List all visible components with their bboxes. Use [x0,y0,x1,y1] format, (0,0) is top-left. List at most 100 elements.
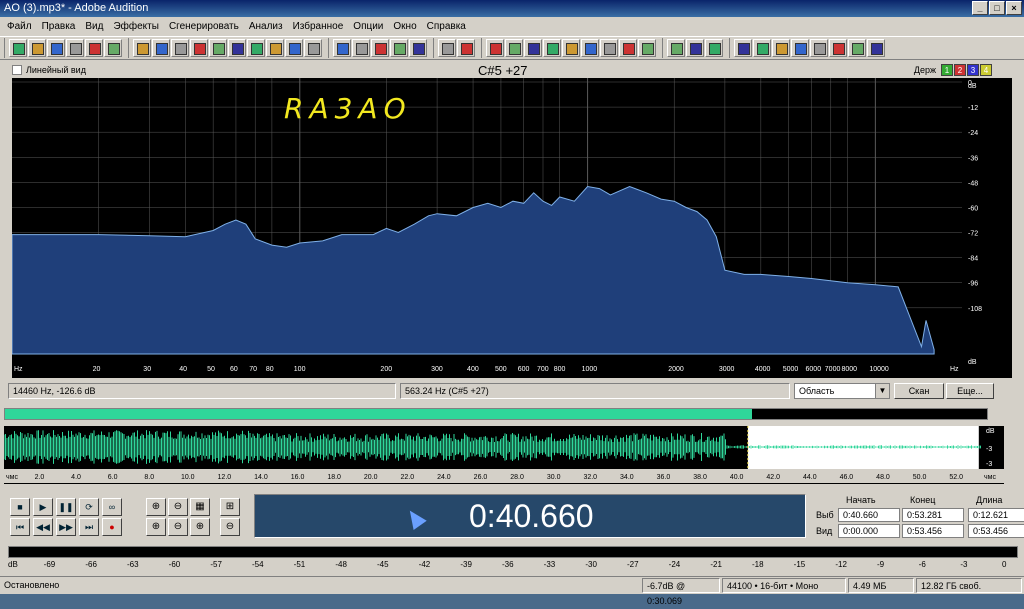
rewind-button[interactable]: ◀◀ [33,518,53,536]
toolbar-tool-icon[interactable] [9,39,27,57]
menu-item-3[interactable]: Эффекты [108,21,163,32]
zoom-in-v-button[interactable]: ⊞ [220,498,240,516]
loop-button[interactable]: ∞ [102,498,122,516]
toolbar-tool-icon[interactable] [333,39,351,57]
toolbar-tool-icon[interactable] [524,39,542,57]
toolbar-tool-icon[interactable] [810,39,828,57]
hold-button-3[interactable]: 3 [967,64,979,76]
selection-value-field[interactable]: 0:40.660 [838,508,900,522]
selection-value-field[interactable]: 0:53.281 [902,508,964,522]
toolbar-tool-icon[interactable] [190,39,208,57]
linear-view-checkbox[interactable] [12,65,22,75]
toolbar-tool-icon[interactable] [152,39,170,57]
zoom-left-button[interactable]: ⊕ [146,518,166,536]
menu-item-4[interactable]: Сгенерировать [164,21,244,32]
record-button[interactable]: ● [102,518,122,536]
waveform-display[interactable]: dB -3 -3 [3,426,1004,469]
zoom-in-h-button[interactable]: ⊕ [146,498,166,516]
toolbar-tool-icon[interactable] [772,39,790,57]
pause-button[interactable]: ❚❚ [56,498,76,516]
hold-button-4[interactable]: 4 [980,64,992,76]
selection-value-field[interactable]: 0:53.456 [968,524,1024,538]
toolbar-tool-icon[interactable] [409,39,427,57]
more-button[interactable]: Еще... [946,383,994,399]
minimize-button[interactable]: _ [972,1,988,15]
menu-item-8[interactable]: Окно [388,21,421,32]
toolbar-tool-icon[interactable] [486,39,504,57]
range-select[interactable]: Область ▼ [794,383,890,399]
spectrum-panel[interactable]: Hz 20 30 40 50 60 70 80 100 200 300 400 500 600 700 800… [11,78,1012,378]
toolbar-tool-icon[interactable] [638,39,656,57]
toolbar-tool-icon[interactable] [390,39,408,57]
toolbar-tool-icon[interactable] [304,39,322,57]
overview-bar[interactable] [4,408,988,420]
zoom-full-button[interactable]: ▦ [190,498,210,516]
toolbar-tool-icon[interactable] [104,39,122,57]
toolbar-tool-icon[interactable] [457,39,475,57]
meter-scale-label: 0 [1002,560,1007,569]
zoom-out-v-button[interactable]: ⊖ [220,518,240,536]
play-button[interactable]: ▶ [33,498,53,516]
toolbar-tool-icon[interactable] [228,39,246,57]
main-toolbar [0,36,1024,60]
menu-item-2[interactable]: Вид [80,21,108,32]
toolbar-tool-icon[interactable] [438,39,456,57]
zoom-sel-button[interactable]: ⊕ [190,518,210,536]
toolbar-tool-icon[interactable] [581,39,599,57]
toolbar-tool-icon[interactable] [247,39,265,57]
toolbar-tool-icon[interactable] [753,39,771,57]
menu-item-7[interactable]: Опции [348,21,388,32]
toolbar-tool-icon[interactable] [505,39,523,57]
toolbar-tool-icon[interactable] [600,39,618,57]
menu-item-9[interactable]: Справка [422,21,471,32]
selection-value-field[interactable]: 0:12.621 [968,508,1024,522]
toolbar-tool-icon[interactable] [133,39,151,57]
toolbar-tool-icon[interactable] [562,39,580,57]
toolbar-tool-icon[interactable] [867,39,885,57]
toolbar-tool-icon[interactable] [686,39,704,57]
toolbar-tool-icon[interactable] [85,39,103,57]
toolbar-tool-icon[interactable] [47,39,65,57]
chevron-down-icon[interactable]: ▼ [875,384,889,398]
toolbar-tool-icon[interactable] [285,39,303,57]
fast-forward-button[interactable]: ▶▶ [56,518,76,536]
selection-value-field[interactable]: 0:53.456 [902,524,964,538]
menu-item-6[interactable]: Избранное [288,21,349,32]
toolbar-tool-icon[interactable] [829,39,847,57]
toolbar-tool-icon[interactable] [371,39,389,57]
selection-value-field[interactable]: 0:00.000 [838,524,900,538]
toolbar-tool-icon[interactable] [734,39,752,57]
zoom-out-h-button[interactable]: ⊖ [168,498,188,516]
zoom-right-button[interactable]: ⊖ [168,518,188,536]
toolbar-tool-icon[interactable] [848,39,866,57]
hold-button-1[interactable]: 1 [941,64,953,76]
toolbar-tool-icon[interactable] [209,39,227,57]
toolbar-tool-icon[interactable] [28,39,46,57]
toolbar-tool-icon[interactable] [171,39,189,57]
go-to-end-button[interactable]: ⏭ [79,518,99,536]
toolbar-tool-icon[interactable] [543,39,561,57]
level-meter: dB -69 -66 -63 -60 -57 -54 -51 -48 -45 -42 -39 -36 -3… [8,542,1018,572]
menu-item-0[interactable]: Файл [2,21,37,32]
maximize-button[interactable]: □ [989,1,1005,15]
toolbar-tool-icon[interactable] [266,39,284,57]
timeline-ruler[interactable]: чмс 2.0 4.0 6.0 8.0 10.0 12.0 14.0 16.0 18.0 20.0 2… [4,469,1004,483]
menu-item-5[interactable]: Анализ [244,21,288,32]
close-button[interactable]: × [1006,1,1022,15]
current-time: 0:40.660 [469,498,594,534]
stop-button[interactable]: ■ [10,498,30,516]
timeline-label: 18.0 [327,474,341,481]
toolbar-tool-icon[interactable] [791,39,809,57]
go-to-start-button[interactable]: ⏮ [10,518,30,536]
toolbar-tool-icon[interactable] [352,39,370,57]
toolbar-tool-icon[interactable] [619,39,637,57]
scan-button[interactable]: Скан [894,383,944,399]
spectrum-plot[interactable]: Hz 20 30 40 50 60 70 80 100 200 300 400 500 600 700 800… [11,78,1012,378]
hold-button-2[interactable]: 2 [954,64,966,76]
toolbar-tool-icon[interactable] [705,39,723,57]
timeline-label: 34.0 [620,474,634,481]
menu-item-1[interactable]: Правка [37,21,81,32]
toolbar-tool-icon[interactable] [667,39,685,57]
play-to-end-button[interactable]: ⟳ [79,498,99,516]
toolbar-tool-icon[interactable] [66,39,84,57]
